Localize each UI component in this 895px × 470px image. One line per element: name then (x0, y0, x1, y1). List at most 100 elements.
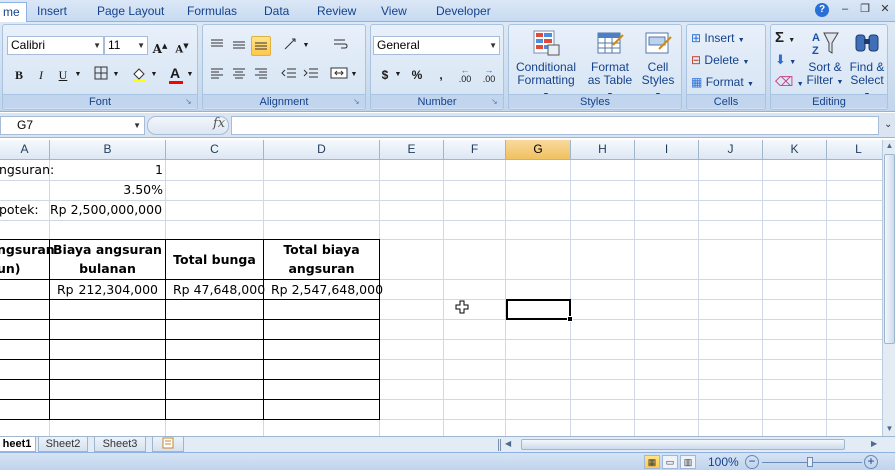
grow-font-button[interactable]: A▲ (150, 36, 170, 56)
number-format-combo[interactable]: General ▼ (373, 36, 500, 55)
tab-formulas[interactable]: Formulas (187, 3, 237, 20)
delete-cells-button[interactable]: ⊟ Delete ▼ (691, 51, 749, 69)
sheet-tab-2[interactable]: Sheet2 (38, 437, 88, 452)
zoom-in-icon[interactable]: + (864, 455, 878, 469)
bold-button[interactable]: B (9, 65, 29, 85)
font-size-combo[interactable]: 11 ▼ (104, 36, 148, 55)
tab-home[interactable]: me (0, 2, 27, 23)
underline-button[interactable]: U (53, 65, 73, 85)
borders-dropdown[interactable]: ▼ (111, 65, 121, 85)
vertical-scrollbar[interactable]: ▲ ▼ (882, 140, 895, 436)
fill-handle[interactable] (567, 316, 573, 322)
align-top-button[interactable] (207, 36, 227, 56)
insert-function-icon[interactable]: fx (213, 116, 225, 131)
currency-dropdown[interactable]: ▼ (393, 65, 403, 85)
help-icon[interactable]: ? (815, 3, 829, 17)
sort-filter-button[interactable]: AZ Sort & Filter ▼ (805, 29, 845, 89)
page-break-view-button[interactable]: ▥ (680, 455, 696, 469)
font-name-combo[interactable]: Calibri ▼ (7, 36, 104, 55)
borders-button[interactable] (91, 65, 111, 85)
column-header-l[interactable]: L (827, 140, 882, 160)
dialog-launcher-icon[interactable]: ↘ (491, 98, 500, 107)
column-header-e[interactable]: E (380, 140, 444, 160)
cell-d5[interactable]: Total biaya angsuran (264, 240, 379, 278)
normal-view-button[interactable]: ▦ (644, 455, 660, 469)
wrap-text-button[interactable] (331, 36, 351, 56)
cell-b5[interactable]: Biaya angsuran bulanan (50, 240, 165, 278)
cell-c6[interactable]: Rp 47,648,000 (173, 280, 265, 300)
font-color-dropdown[interactable]: ▼ (185, 65, 195, 85)
formula-input[interactable] (231, 116, 879, 135)
horizontal-scroll-thumb[interactable] (521, 439, 845, 450)
minimize-icon[interactable]: – (838, 2, 852, 16)
fill-button[interactable]: ⬇ ▼ (775, 51, 796, 69)
align-left-button[interactable] (207, 65, 227, 85)
cell-b3[interactable]: Rp 2,500,000,000 (50, 200, 162, 220)
cell-styles-button[interactable]: Cell Styles ▼ (637, 29, 679, 102)
align-center-button[interactable] (229, 65, 249, 85)
tab-review[interactable]: Review (317, 3, 356, 20)
tab-insert[interactable]: Insert (37, 3, 67, 20)
tab-developer[interactable]: Developer (436, 3, 491, 20)
comma-button[interactable]: , (431, 65, 451, 85)
cell-b2[interactable]: 3.50% (50, 180, 163, 200)
conditional-formatting-button[interactable]: Conditional Formatting ▼ (513, 29, 579, 102)
dialog-launcher-icon[interactable]: ↘ (185, 98, 194, 107)
underline-dropdown[interactable]: ▼ (73, 65, 83, 85)
scroll-right-icon[interactable]: ▶ (871, 439, 877, 448)
clear-button[interactable]: ⌫ ▼ (775, 73, 804, 91)
merge-center-button[interactable] (329, 65, 349, 85)
cell-a3[interactable]: potek: (0, 200, 47, 220)
zoom-out-icon[interactable]: − (745, 455, 759, 469)
scroll-up-icon[interactable]: ▲ (883, 140, 895, 152)
tab-page-layout[interactable]: Page Layout (97, 3, 164, 20)
scroll-left-icon[interactable]: ◀ (505, 439, 511, 448)
cell-a1[interactable]: ngsuran: (0, 160, 54, 180)
scroll-down-icon[interactable]: ▼ (883, 423, 895, 435)
insert-sheet-button[interactable] (152, 437, 184, 452)
cell-d6[interactable]: Rp 2,547,648,000 (271, 280, 383, 300)
tab-data[interactable]: Data (264, 3, 289, 20)
horizontal-scrollbar[interactable]: ◀ ▶ (501, 439, 882, 451)
fill-color-button[interactable] (129, 65, 149, 85)
cell-b1[interactable]: 1 (50, 160, 163, 180)
sheet-tab-1[interactable]: heet1 (0, 437, 36, 452)
zoom-level[interactable]: 100% (708, 455, 739, 469)
cell-c5[interactable]: Total bunga (166, 250, 263, 270)
column-header-k[interactable]: K (763, 140, 827, 160)
worksheet-grid[interactable]: A B C D E F G H I J K L ngsuran: 1 3.50%… (0, 140, 882, 436)
name-box[interactable]: G7 ▼ (0, 116, 145, 135)
insert-cells-button[interactable]: ⊞ Insert ▼ (691, 29, 745, 47)
expand-formula-bar-icon[interactable]: ⌄ (884, 119, 892, 130)
column-header-d[interactable]: D (264, 140, 380, 160)
orientation-dropdown[interactable]: ▼ (301, 36, 311, 56)
column-header-i[interactable]: I (635, 140, 699, 160)
column-header-j[interactable]: J (699, 140, 763, 160)
column-header-h[interactable]: H (571, 140, 635, 160)
column-header-b[interactable]: B (50, 140, 166, 160)
percent-button[interactable]: % (407, 65, 427, 85)
format-as-table-button[interactable]: Format as Table ▼ (583, 29, 637, 102)
font-color-button[interactable]: A (165, 63, 185, 84)
find-select-button[interactable]: Find & Select ▼ (847, 29, 887, 102)
increase-decimal-button[interactable]: ← .00 (455, 65, 475, 85)
dialog-launcher-icon[interactable]: ↘ (353, 98, 362, 107)
merge-center-dropdown[interactable]: ▼ (349, 65, 359, 85)
decrease-indent-button[interactable] (279, 65, 299, 85)
orientation-button[interactable] (281, 36, 301, 56)
column-header-c[interactable]: C (166, 140, 264, 160)
vertical-scroll-thumb[interactable] (884, 154, 895, 344)
restore-icon[interactable]: ❐ (858, 2, 872, 16)
page-layout-view-button[interactable]: ▭ (662, 455, 678, 469)
sheet-tab-3[interactable]: Sheet3 (94, 437, 146, 452)
tab-view[interactable]: View (381, 3, 407, 20)
currency-button[interactable]: $ (375, 65, 395, 85)
column-header-f[interactable]: F (444, 140, 506, 160)
zoom-slider-thumb[interactable] (807, 457, 813, 467)
column-header-a[interactable]: A (0, 140, 50, 160)
fill-color-dropdown[interactable]: ▼ (149, 65, 159, 85)
column-header-g[interactable]: G (506, 140, 571, 160)
shrink-font-button[interactable]: A▼ (172, 36, 192, 56)
autosum-button[interactable]: Σ ▼ (775, 29, 795, 47)
format-cells-button[interactable]: ▦ Format ▼ (691, 73, 754, 91)
